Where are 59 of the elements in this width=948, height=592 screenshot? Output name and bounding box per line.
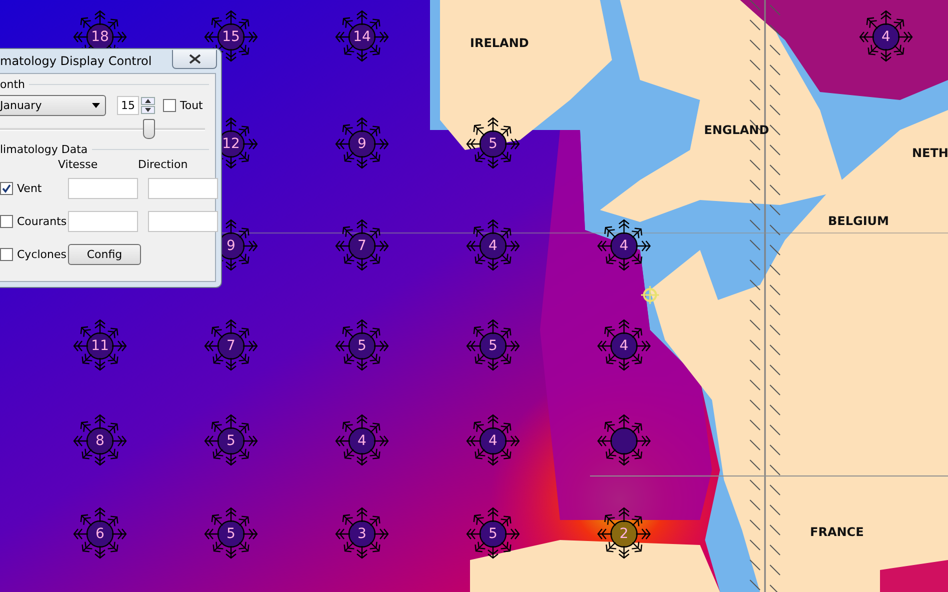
- checkbox-label: Courants: [17, 215, 67, 228]
- wind-speed-label: 9: [226, 239, 236, 253]
- wind-speed-label: 6: [96, 527, 104, 541]
- wind-speed-label: 11: [91, 339, 109, 353]
- wind-speed-label: 5: [488, 527, 498, 541]
- wind-speed-label: 9: [358, 137, 366, 151]
- close-button[interactable]: [172, 50, 217, 68]
- wind-speed-label: 5: [226, 434, 236, 448]
- window-title: matology Display Control: [0, 54, 152, 68]
- wind-speed-label: 14: [353, 30, 371, 44]
- heat-patch: [880, 560, 948, 592]
- country-label: BELGIUM: [828, 214, 889, 228]
- checkbox[interactable]: [0, 215, 13, 228]
- column-header: Vitesse: [58, 158, 99, 171]
- wind-speed-label: 5: [488, 137, 498, 151]
- column-header: Direction: [138, 158, 189, 171]
- wind-speed-label: 4: [488, 434, 498, 448]
- wind-speed-label: 18: [91, 30, 109, 44]
- caret-icon: [92, 102, 100, 108]
- slider-thumb[interactable]: [142, 119, 155, 139]
- wind-speed-label: 15: [222, 30, 240, 44]
- up-arrow-icon: [145, 98, 151, 102]
- config-button[interactable]: Config: [68, 244, 141, 265]
- spin-up-button[interactable]: [141, 96, 155, 104]
- country-label: FRANCE: [810, 525, 864, 539]
- close-icon: [188, 54, 200, 64]
- checkbox[interactable]: [163, 98, 176, 112]
- down-arrow-icon: [145, 108, 151, 112]
- wind-speed-label: 5: [358, 339, 366, 353]
- wind-speed-label: 4: [358, 434, 366, 448]
- input-field[interactable]: [68, 178, 138, 199]
- wind-speed-label: 4: [620, 239, 628, 253]
- wind-speed-label: 7: [226, 339, 236, 353]
- country-label: ENGLAND: [704, 123, 770, 137]
- wind-speed-label: 4: [620, 339, 628, 353]
- wind-speed-label: 5: [488, 339, 498, 353]
- wind-speed-label: 5: [226, 527, 236, 541]
- day-field[interactable]: 15: [117, 96, 139, 114]
- wind-speed-label: 3: [358, 527, 366, 541]
- wind-speed-label: 4: [488, 239, 498, 253]
- input-field[interactable]: [148, 178, 218, 199]
- group-label: limatology Data: [0, 143, 88, 156]
- spin-down-button[interactable]: [141, 106, 155, 114]
- crosshair-icon: [640, 285, 660, 305]
- input-field[interactable]: [148, 211, 218, 232]
- country-label: NETH: [912, 146, 948, 160]
- group-label: onth: [0, 78, 25, 91]
- wind-speed-label: 4: [882, 30, 890, 44]
- wind-speed-label: 8: [96, 434, 104, 448]
- country-label: IRELAND: [470, 36, 529, 50]
- checkbox-label: Tout: [180, 98, 203, 112]
- checkbox[interactable]: [0, 248, 13, 261]
- checkbox-label: Cyclones: [17, 248, 66, 261]
- wind-speed-label: 2: [620, 527, 628, 541]
- wind-speed-label: 7: [358, 239, 366, 253]
- wind-speed-label: 12: [222, 137, 240, 151]
- checkbox[interactable]: [0, 182, 13, 195]
- checkbox-label: Vent: [17, 182, 42, 195]
- input-field[interactable]: [68, 211, 138, 232]
